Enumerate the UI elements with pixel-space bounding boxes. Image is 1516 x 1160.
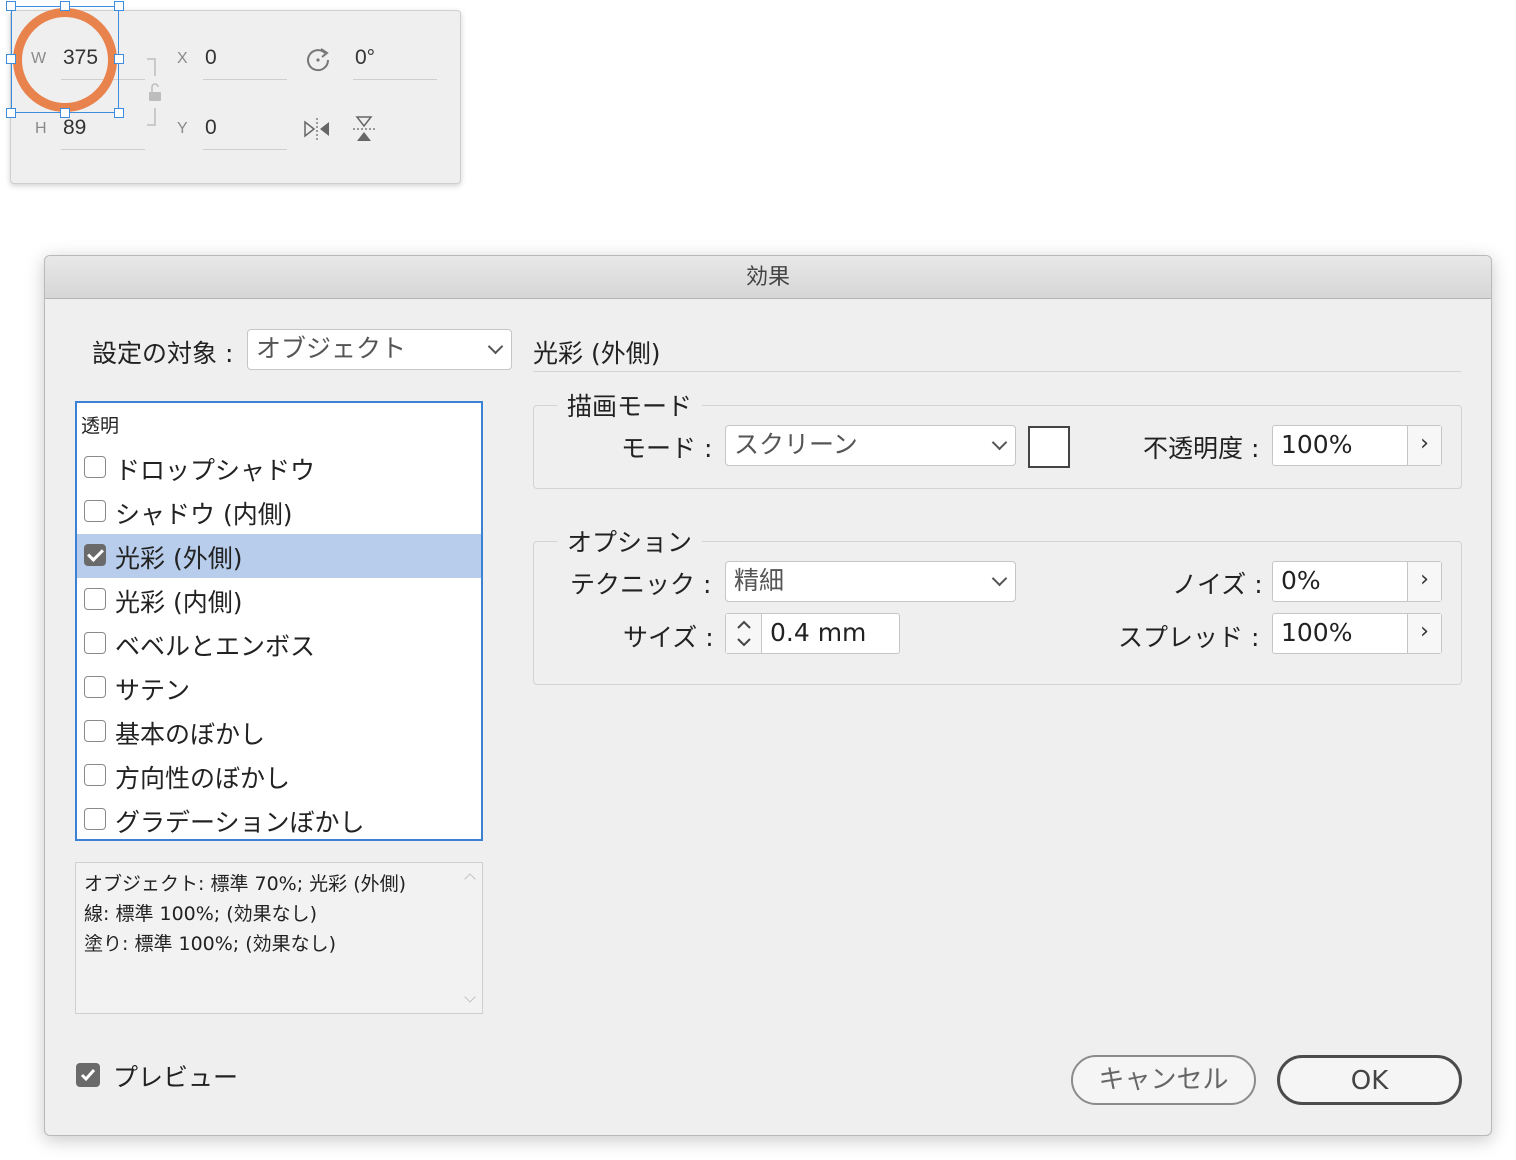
rotate-icon[interactable] bbox=[303, 44, 333, 74]
chevron-right-icon[interactable]: › bbox=[1407, 426, 1441, 465]
mode-select-value: スクリーン bbox=[734, 430, 858, 459]
section-divider bbox=[533, 371, 1461, 372]
noise-value: 0% bbox=[1281, 566, 1321, 595]
preview-label: プレビュー bbox=[113, 1063, 239, 1092]
checkbox[interactable] bbox=[84, 676, 106, 698]
effects-dialog: 効果 設定の対象 : オブジェクト 透明 ドロップシャドウ シャドウ (内側) … bbox=[44, 255, 1492, 1136]
spread-label: スプレッド : bbox=[1118, 623, 1260, 652]
constrain-lock-icon[interactable] bbox=[143, 56, 163, 128]
list-item-basic-feather[interactable]: 基本のぼかし bbox=[77, 710, 481, 754]
x-label: X bbox=[177, 50, 188, 67]
list-item-label: 光彩 (内側) bbox=[115, 588, 243, 617]
blend-mode-group-title: 描画モード bbox=[557, 387, 703, 423]
rotation-field[interactable]: 0° bbox=[355, 46, 375, 70]
opacity-field[interactable]: 100% › bbox=[1272, 425, 1442, 466]
checkbox[interactable] bbox=[84, 764, 106, 786]
y-field[interactable]: 0 bbox=[205, 116, 217, 140]
selection-bounding-box[interactable] bbox=[11, 6, 119, 113]
mode-label: モード : bbox=[621, 434, 713, 463]
resize-handle[interactable] bbox=[6, 108, 16, 118]
resize-handle[interactable] bbox=[114, 108, 124, 118]
list-item-label: ドロップシャドウ bbox=[115, 456, 316, 485]
preview-checkbox[interactable] bbox=[76, 1063, 100, 1087]
flip-horizontal-icon[interactable] bbox=[302, 114, 332, 144]
y-underline bbox=[203, 149, 287, 150]
size-label: サイズ : bbox=[623, 623, 714, 652]
list-item-drop-shadow[interactable]: ドロップシャドウ bbox=[77, 446, 481, 490]
technique-select[interactable]: 精細 bbox=[725, 561, 1016, 602]
size-stepper[interactable] bbox=[726, 614, 762, 653]
checkbox-checked[interactable] bbox=[84, 544, 106, 566]
resize-handle[interactable] bbox=[60, 108, 70, 118]
resize-handle[interactable] bbox=[6, 54, 16, 64]
list-item-outer-glow[interactable]: 光彩 (外側) bbox=[77, 534, 481, 578]
effects-list: 透明 ドロップシャドウ シャドウ (内側) 光彩 (外側) 光彩 (内側) ベベ… bbox=[75, 401, 483, 841]
chevron-down-icon bbox=[991, 570, 1008, 587]
flip-vertical-icon[interactable] bbox=[349, 114, 379, 144]
chevron-right-icon[interactable]: › bbox=[1407, 614, 1441, 653]
x-underline bbox=[203, 79, 287, 80]
opacity-label: 不透明度 : bbox=[1143, 434, 1260, 463]
checkbox[interactable] bbox=[84, 588, 106, 610]
target-select-value: オブジェクト bbox=[256, 334, 407, 363]
list-item-label: 光彩 (外側) bbox=[115, 544, 243, 573]
list-item-label: グラデーションぼかし bbox=[115, 808, 365, 837]
list-item-directional-feather[interactable]: 方向性のぼかし bbox=[77, 754, 481, 798]
dialog-title: 効果 bbox=[45, 256, 1491, 299]
list-item-label: 基本のぼかし bbox=[115, 720, 266, 749]
checkbox[interactable] bbox=[84, 456, 106, 478]
scroll-down-icon[interactable] bbox=[464, 991, 476, 1003]
noise-label: ノイズ : bbox=[1172, 570, 1263, 599]
list-item-label: ベベルとエンボス bbox=[115, 632, 316, 661]
size-value: 0.4 mm bbox=[770, 618, 867, 647]
height-field[interactable]: 89 bbox=[63, 116, 86, 140]
list-item-label: 方向性のぼかし bbox=[115, 764, 291, 793]
y-label: Y bbox=[177, 120, 188, 137]
resize-handle[interactable] bbox=[114, 1, 124, 11]
height-underline bbox=[61, 149, 145, 150]
technique-label: テクニック : bbox=[570, 570, 712, 599]
technique-select-value: 精細 bbox=[734, 566, 785, 595]
ok-button[interactable]: OK bbox=[1277, 1055, 1462, 1105]
list-item-label: シャドウ (内側) bbox=[115, 500, 293, 529]
spread-field[interactable]: 100% › bbox=[1272, 613, 1442, 654]
section-title: 光彩 (外側) bbox=[533, 339, 661, 368]
list-item-satin[interactable]: サテン bbox=[77, 666, 481, 710]
spread-value: 100% bbox=[1281, 618, 1353, 647]
resize-handle[interactable] bbox=[6, 1, 16, 11]
target-select[interactable]: オブジェクト bbox=[247, 329, 512, 370]
checkmark-icon bbox=[80, 1069, 96, 1082]
effects-summary[interactable]: オブジェクト: 標準 70%; 光彩 (外側) 線: 標準 100%; (効果な… bbox=[75, 862, 483, 1014]
checkbox[interactable] bbox=[84, 720, 106, 742]
glow-color-swatch[interactable] bbox=[1028, 426, 1070, 468]
opacity-value: 100% bbox=[1281, 430, 1353, 459]
target-label: 設定の対象 : bbox=[92, 339, 234, 368]
list-item-inner-glow[interactable]: 光彩 (内側) bbox=[77, 578, 481, 622]
summary-line: 塗り: 標準 100%; (効果なし) bbox=[84, 933, 337, 955]
rotation-underline bbox=[353, 79, 437, 80]
mode-select[interactable]: スクリーン bbox=[725, 425, 1016, 466]
cancel-button[interactable]: キャンセル bbox=[1071, 1055, 1256, 1105]
list-header-transparency[interactable]: 透明 bbox=[81, 411, 119, 438]
checkbox[interactable] bbox=[84, 632, 106, 654]
chevron-down-icon bbox=[991, 434, 1008, 451]
resize-handle[interactable] bbox=[114, 54, 124, 64]
chevron-down-icon bbox=[487, 338, 504, 355]
summary-line: 線: 標準 100%; (効果なし) bbox=[84, 903, 318, 925]
list-item-inner-shadow[interactable]: シャドウ (内側) bbox=[77, 490, 481, 534]
height-label: H bbox=[35, 120, 47, 137]
list-item-gradient-feather[interactable]: グラデーションぼかし bbox=[77, 798, 481, 842]
size-field[interactable]: 0.4 mm bbox=[725, 613, 900, 654]
summary-line: オブジェクト: 標準 70%; 光彩 (外側) bbox=[84, 873, 407, 895]
resize-handle[interactable] bbox=[60, 1, 70, 11]
options-group-title: オプション bbox=[557, 523, 703, 559]
list-item-bevel-emboss[interactable]: ベベルとエンボス bbox=[77, 622, 481, 666]
list-item-label: サテン bbox=[115, 676, 191, 705]
chevron-right-icon[interactable]: › bbox=[1407, 562, 1441, 601]
x-field[interactable]: 0 bbox=[205, 46, 217, 70]
noise-field[interactable]: 0% › bbox=[1272, 561, 1442, 602]
checkbox[interactable] bbox=[84, 500, 106, 522]
stepper-arrows-icon[interactable] bbox=[726, 614, 762, 653]
checkbox[interactable] bbox=[84, 808, 106, 830]
